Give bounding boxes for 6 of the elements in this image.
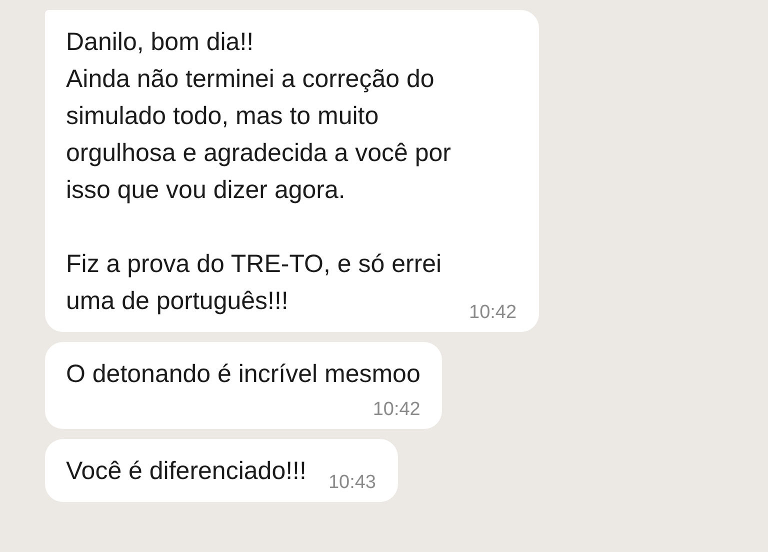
message-time: 10:42	[469, 302, 517, 324]
message-time: 10:42	[372, 399, 420, 421]
message-time: 10:43	[328, 472, 376, 494]
message-text: Você é diferenciado!!!	[66, 456, 306, 487]
message-text: Danilo, bom dia!! Ainda não terminei a correção do simulado todo, mas to muito orgulhosa e agradecida a você por isso que vou dizer agora. Fiz a prova do TRE-TO, e só errei uma de português!!!	[66, 27, 451, 317]
message-text: O detonando é incrível mesmoo	[66, 359, 420, 390]
